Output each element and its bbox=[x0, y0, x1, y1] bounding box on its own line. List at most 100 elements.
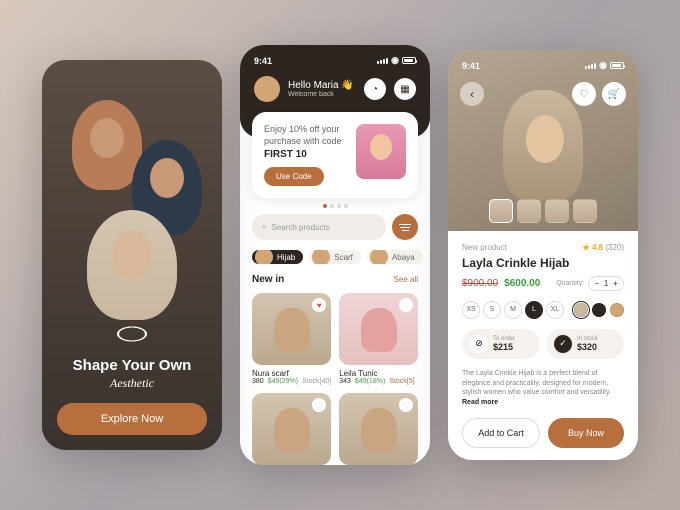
category-kaftan[interactable]: Kaftan bbox=[429, 250, 430, 264]
tag-icon: ⊘ bbox=[470, 335, 488, 353]
notification-button[interactable]: ◔ bbox=[364, 78, 386, 100]
product-name: Leila Tunic bbox=[339, 369, 418, 378]
detail-hero: 9:41 ◉ ‹ ♡ 🛒 bbox=[448, 50, 638, 231]
thumbnail[interactable] bbox=[489, 199, 513, 223]
category-scarf[interactable]: Scarf bbox=[309, 250, 361, 264]
to-order-card: ⊘ To order $215 bbox=[462, 329, 540, 359]
qty-value: 1 bbox=[604, 279, 608, 288]
cart-icon: 🛒 bbox=[608, 89, 620, 100]
minus-button[interactable]: − bbox=[594, 279, 599, 288]
splash-subtitle: Aesthetic bbox=[57, 376, 207, 391]
grid-icon: ▦ bbox=[400, 84, 409, 95]
carousel-dots bbox=[240, 204, 430, 208]
read-more-link[interactable]: Read more bbox=[462, 399, 498, 406]
in-stock-card: ✓ In stock $320 bbox=[546, 329, 624, 359]
product-rating: ★ 4.8 (320) bbox=[583, 243, 624, 252]
wifi-icon: ◉ bbox=[391, 55, 399, 66]
status-bar: 9:41 ◉ bbox=[462, 60, 624, 71]
wifi-icon: ◉ bbox=[599, 60, 607, 71]
size-selector: XS S M L XL bbox=[462, 301, 564, 319]
product-image: ♡ bbox=[339, 293, 418, 365]
filter-icon bbox=[400, 227, 410, 229]
promo-banner[interactable]: Enjoy 10% off your purchase with code FI… bbox=[252, 112, 418, 198]
product-image: ♥ bbox=[252, 293, 331, 365]
user-avatar[interactable] bbox=[254, 76, 280, 102]
plus-button[interactable]: + bbox=[613, 279, 618, 288]
dot-active[interactable] bbox=[323, 204, 327, 208]
heart-icon: ♡ bbox=[580, 89, 589, 100]
signal-icon bbox=[585, 63, 596, 69]
color-swatch[interactable] bbox=[610, 303, 624, 317]
color-swatch[interactable] bbox=[574, 303, 588, 317]
product-card[interactable]: ♡ bbox=[252, 393, 331, 465]
status-bar: 9:41 ◉ bbox=[254, 55, 416, 66]
size-l[interactable]: L bbox=[525, 301, 543, 319]
category-abaya[interactable]: Abaya bbox=[367, 250, 423, 264]
product-description: The Layla Crinkle Hijab is a perfect ble… bbox=[462, 369, 624, 408]
product-grid: ♥ Nura scarf 380$49(29%)Stock[40] ♡ Leil… bbox=[240, 293, 430, 465]
product-title: Layla Crinkle Hijab bbox=[462, 256, 624, 270]
status-time: 9:41 bbox=[462, 61, 480, 71]
battery-icon bbox=[610, 62, 624, 69]
splash-title: Shape Your Own bbox=[57, 357, 207, 374]
promo-image bbox=[356, 124, 406, 179]
greeting-text: Hello Maria 👋 bbox=[288, 80, 356, 91]
buy-now-button[interactable]: Buy Now bbox=[548, 418, 624, 448]
signal-icon bbox=[377, 58, 388, 64]
section-title: New in bbox=[252, 274, 284, 285]
product-image: ♡ bbox=[339, 393, 418, 465]
thumbnail[interactable] bbox=[545, 199, 569, 223]
favorite-button[interactable]: ♡ bbox=[399, 298, 413, 312]
bell-icon: ◔ bbox=[372, 84, 378, 95]
category-thumb bbox=[255, 250, 273, 264]
use-code-button[interactable]: Use Code bbox=[264, 167, 324, 186]
product-image: ♡ bbox=[252, 393, 331, 465]
color-swatch[interactable] bbox=[592, 303, 606, 317]
welcome-text: Welcome back bbox=[288, 91, 356, 98]
explore-button[interactable]: Explore Now bbox=[57, 403, 207, 435]
brand-logo-icon bbox=[117, 319, 147, 349]
size-xl[interactable]: XL bbox=[546, 301, 564, 319]
back-button[interactable]: ‹ bbox=[460, 82, 484, 106]
search-input[interactable]: ⌕ Search products bbox=[252, 214, 386, 240]
product-detail-screen: 9:41 ◉ ‹ ♡ 🛒 New product ★ 4.8 (320) Lay… bbox=[448, 50, 638, 460]
add-to-cart-button[interactable]: Add to Cart bbox=[462, 418, 540, 448]
favorite-button[interactable]: ♡ bbox=[572, 82, 596, 106]
favorite-button[interactable]: ♡ bbox=[399, 398, 413, 412]
search-icon: ⌕ bbox=[262, 222, 266, 232]
product-card[interactable]: ♡ Leila Tunic 343$49(18%)Stock[5] bbox=[339, 293, 418, 385]
old-price: $900.00 bbox=[462, 278, 498, 289]
category-tabs: Hijab Scarf Abaya Kaftan bbox=[240, 250, 430, 264]
thumbnail[interactable] bbox=[573, 199, 597, 223]
promo-code: FIRST 10 bbox=[264, 149, 348, 160]
color-selector bbox=[574, 303, 624, 317]
qty-label: Quantity: bbox=[556, 280, 584, 287]
thumbnail[interactable] bbox=[517, 199, 541, 223]
product-card[interactable]: ♡ bbox=[339, 393, 418, 465]
promo-text: Enjoy 10% off your purchase with code bbox=[264, 124, 348, 147]
model-image bbox=[72, 100, 142, 190]
category-hijab[interactable]: Hijab bbox=[252, 250, 303, 264]
splash-screen: Shape Your Own Aesthetic Explore Now bbox=[42, 60, 222, 450]
image-thumbnails bbox=[489, 199, 597, 223]
size-s[interactable]: S bbox=[483, 301, 501, 319]
new-price: $600.00 bbox=[504, 278, 540, 289]
favorite-button[interactable]: ♡ bbox=[312, 398, 326, 412]
menu-button[interactable]: ▦ bbox=[394, 78, 416, 100]
see-all-link[interactable]: See all bbox=[394, 275, 418, 284]
product-card[interactable]: ♥ Nura scarf 380$49(29%)Stock[40] bbox=[252, 293, 331, 385]
new-badge: New product bbox=[462, 243, 507, 252]
size-xs[interactable]: XS bbox=[462, 301, 480, 319]
filter-button[interactable] bbox=[392, 214, 418, 240]
cart-button[interactable]: 🛒 bbox=[602, 82, 626, 106]
battery-icon bbox=[402, 57, 416, 64]
category-thumb bbox=[370, 250, 388, 264]
stock-icon: ✓ bbox=[554, 335, 572, 353]
category-thumb bbox=[312, 250, 330, 264]
quantity-stepper[interactable]: − 1 + bbox=[588, 276, 624, 291]
favorite-button[interactable]: ♥ bbox=[312, 298, 326, 312]
home-screen: 9:41 ◉ Hello Maria 👋 Welcome back ◔ ▦ En… bbox=[240, 45, 430, 465]
chevron-left-icon: ‹ bbox=[470, 87, 474, 101]
status-time: 9:41 bbox=[254, 56, 272, 66]
size-m[interactable]: M bbox=[504, 301, 522, 319]
